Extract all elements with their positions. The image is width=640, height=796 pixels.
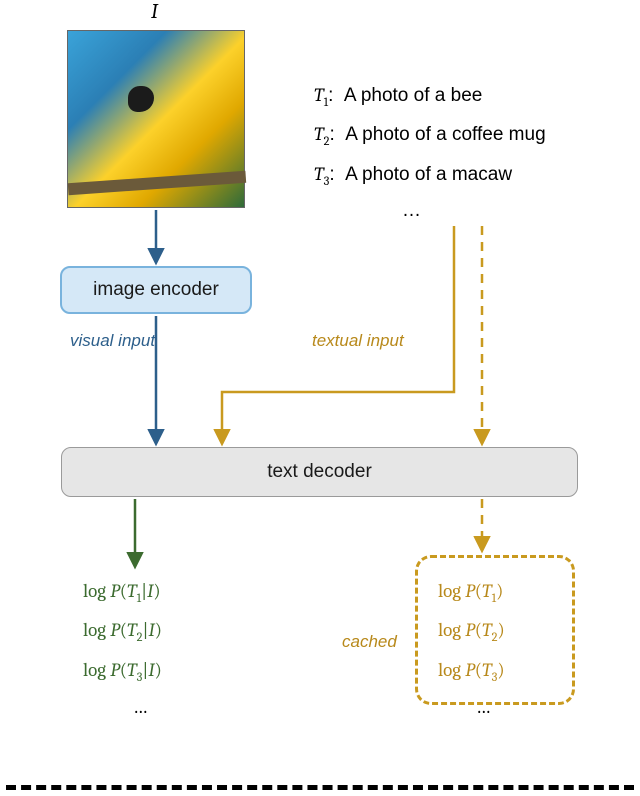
cond-ellipsis: …	[133, 688, 162, 726]
input-image-symbol: I	[151, 0, 158, 24]
input-image	[67, 30, 245, 208]
image-encoder-block: image encoder	[60, 266, 252, 314]
section-divider	[6, 785, 634, 790]
cached-label: cached	[342, 632, 397, 652]
prompt-row: T1: A photo of a bee	[314, 76, 546, 115]
prompt-row: T3: A photo of a macaw	[314, 155, 546, 194]
prompts-ellipsis: …	[402, 192, 546, 230]
cached-box	[415, 555, 575, 705]
photo-detail	[68, 171, 246, 195]
textual-input-label: textual input	[312, 331, 404, 351]
image-encoder-label: image encoder	[93, 279, 219, 301]
text-decoder-label: text decoder	[267, 461, 372, 483]
text-decoder-block: text decoder	[61, 447, 578, 497]
visual-input-label: visual input	[70, 331, 155, 351]
photo-detail	[128, 86, 154, 112]
prompt-row: T2: A photo of a coffee mug	[314, 115, 546, 154]
conditional-log-probs: log P(T1|I) log P(T2|I) log P(T3|I) …	[83, 572, 162, 726]
text-prompts-list: T1: A photo of a bee T2: A photo of a co…	[314, 76, 546, 230]
log-row: log P(T1|I)	[83, 572, 162, 611]
log-row: log P(T3|I)	[83, 651, 162, 690]
log-row: log P(T2|I)	[83, 611, 162, 650]
